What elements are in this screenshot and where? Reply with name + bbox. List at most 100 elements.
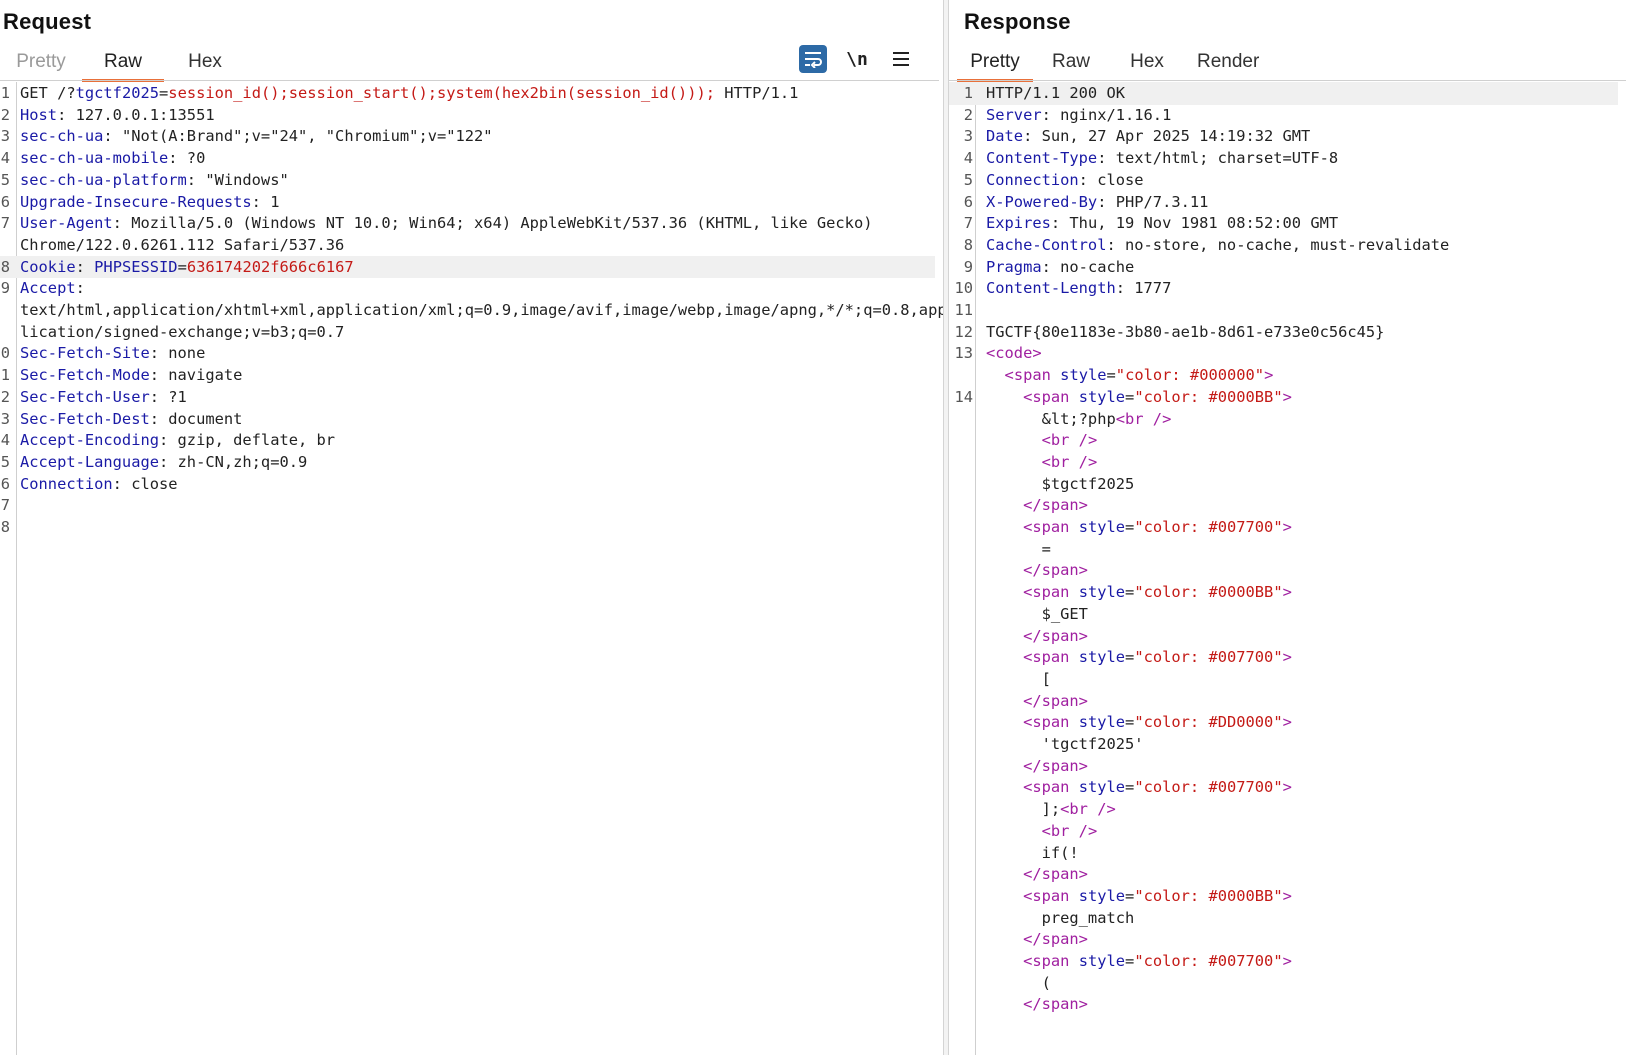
newline-toggle-icon[interactable]: \n	[843, 45, 871, 73]
code-line[interactable]: if(!	[949, 842, 1618, 865]
code-line[interactable]: [	[949, 668, 1618, 691]
code-line[interactable]: 13 <code>	[949, 342, 1618, 365]
line-text: if(!	[986, 842, 1079, 865]
code-line[interactable]: (	[949, 972, 1618, 995]
tab-hex[interactable]: Hex	[164, 46, 246, 82]
code-line[interactable]: <br />	[949, 429, 1618, 452]
code-line[interactable]: 5 Accept-Language: zh-CN,zh;q=0.9	[0, 451, 935, 474]
code-token: : PHP/7.3.11	[1097, 192, 1209, 211]
code-token: : nginx/1.16.1	[1041, 105, 1172, 124]
line-number: 3	[963, 127, 973, 146]
code-token: =	[1125, 952, 1135, 970]
code-token: "color: #0000BB"	[1134, 583, 1283, 602]
code-line[interactable]: 2 Host: 127.0.0.1:13551	[0, 104, 935, 127]
code-line[interactable]: 10 Content-Length: 1777	[949, 277, 1618, 300]
code-token: <code>	[986, 344, 1042, 363]
code-line[interactable]: <span style="color: #007700">	[949, 646, 1618, 669]
code-line[interactable]: 7 User-Agent: Mozilla/5.0 (Windows NT 10.…	[0, 212, 935, 235]
code-line[interactable]: 4 Content-Type: text/html; charset=UTF-8	[949, 147, 1618, 170]
tab-hex[interactable]: Hex	[1109, 46, 1185, 82]
code-line[interactable]: 14 <span style="color: #0000BB">	[949, 386, 1618, 409]
code-line[interactable]: 5 Connection: close	[949, 169, 1618, 192]
code-line[interactable]: =	[949, 538, 1618, 561]
code-line[interactable]: </span>	[949, 993, 1618, 1016]
tab-pretty[interactable]: Pretty	[957, 46, 1033, 82]
code-line[interactable]: </span>	[949, 863, 1618, 886]
code-line[interactable]: 5 sec-ch-ua-platform: "Windows"	[0, 169, 935, 192]
code-line[interactable]: 9 Pragma: no-cache	[949, 256, 1618, 279]
code-line[interactable]: </span>	[949, 928, 1618, 951]
code-token: Sec-Fetch-Dest	[20, 409, 150, 428]
tab-pretty[interactable]: Pretty	[0, 46, 82, 82]
code-line[interactable]: 'tgctf2025'	[949, 733, 1618, 756]
code-line[interactable]: Chrome/122.0.6261.112 Safari/537.36	[0, 234, 935, 257]
code-line[interactable]: 2 Server: nginx/1.16.1	[949, 104, 1618, 127]
line-number: 1	[0, 366, 10, 385]
code-line[interactable]: <br />	[949, 451, 1618, 474]
code-line[interactable]: 6 Connection: close	[0, 473, 935, 496]
code-line[interactable]: 4 Accept-Encoding: gzip, deflate, br	[0, 429, 935, 452]
code-line[interactable]: text/html,application/xhtml+xml,applicat…	[0, 299, 943, 322]
code-line[interactable]: <span style="color: #0000BB">	[949, 885, 1618, 908]
code-line[interactable]: 3 Date: Sun, 27 Apr 2025 14:19:32 GMT	[949, 125, 1618, 148]
request-code[interactable]: 1 GET /?tgctf2025=session_id();session_st…	[0, 82, 943, 1055]
code-line[interactable]: </span>	[949, 559, 1618, 582]
code-line[interactable]: </span>	[949, 690, 1618, 713]
line-text: sec-ch-ua: "Not(A:Brand";v="24", "Chromi…	[20, 125, 493, 148]
code-line[interactable]: 4 sec-ch-ua-mobile: ?0	[0, 147, 935, 170]
tab-raw[interactable]: Raw	[82, 46, 164, 82]
line-text: <span style="color: #007700">	[986, 950, 1292, 973]
code-line[interactable]: $_GET	[949, 603, 1618, 626]
code-line[interactable]: $tgctf2025	[949, 473, 1618, 496]
code-line[interactable]: 3 Sec-Fetch-Dest: document	[0, 408, 935, 431]
code-line[interactable]: <span style="color: #0000BB">	[949, 581, 1618, 604]
code-line[interactable]: 12 TGCTF{80e1183e-3b80-ae1b-8d61-e733e0c5…	[949, 321, 1618, 344]
request-editor[interactable]: 1 GET /?tgctf2025=session_id();session_st…	[0, 82, 943, 1055]
hamburger-menu-icon[interactable]	[887, 45, 915, 73]
code-line[interactable]: 6 Upgrade-Insecure-Requests: 1	[0, 191, 935, 214]
code-line[interactable]: 1 HTTP/1.1 200 OK	[949, 82, 1618, 105]
code-line[interactable]: preg_match	[949, 907, 1618, 930]
code-line[interactable]: 7 Expires: Thu, 19 Nov 1981 08:52:00 GMT	[949, 212, 1618, 235]
code-line[interactable]: lication/signed-exchange;v=b3;q=0.7	[0, 321, 935, 344]
tab-raw[interactable]: Raw	[1033, 46, 1109, 82]
code-line[interactable]: <span style="color: #DD0000">	[949, 711, 1618, 734]
code-line[interactable]: </span>	[949, 755, 1618, 778]
code-line[interactable]: 8 Cache-Control: no-store, no-cache, must…	[949, 234, 1618, 257]
code-line[interactable]: &lt;?php<br />	[949, 408, 1618, 431]
code-token: =	[1106, 366, 1116, 385]
code-line[interactable]: 1 GET /?tgctf2025=session_id();session_st…	[0, 82, 935, 105]
code-line[interactable]: 11	[949, 299, 1618, 322]
code-line[interactable]: 1 Sec-Fetch-Mode: navigate	[0, 364, 935, 387]
code-line[interactable]: 9 Accept:	[0, 277, 935, 300]
code-line[interactable]: <br />	[949, 820, 1618, 843]
code-line[interactable]: <span style="color: #000000">	[949, 364, 1618, 387]
code-line[interactable]: 8 Cookie: PHPSESSID=636174202f666c6167	[0, 255, 935, 279]
line-number: 6	[0, 474, 10, 493]
code-line[interactable]: </span>	[949, 625, 1618, 648]
code-line[interactable]: <span style="color: #007700">	[949, 776, 1618, 799]
code-token: : close	[1078, 170, 1144, 189]
code-token: =	[1125, 886, 1135, 905]
code-token: style	[1078, 952, 1126, 970]
code-line[interactable]: 6 X-Powered-By: PHP/7.3.11	[949, 191, 1618, 214]
code-line[interactable]: 3 sec-ch-ua: "Not(A:Brand";v="24", "Chrom…	[0, 125, 935, 148]
code-line[interactable]: <span style="color: #007700">	[949, 516, 1618, 539]
code-line[interactable]: ];<br />	[949, 798, 1618, 821]
tab-render[interactable]: Render	[1185, 46, 1271, 82]
code-line[interactable]: <span style="color: #007700">	[949, 950, 1618, 973]
code-line[interactable]: 8	[0, 516, 935, 539]
code-line[interactable]: 0 Sec-Fetch-Site: none	[0, 342, 935, 365]
code-line[interactable]: </span>	[949, 494, 1618, 517]
code-token: : 1777	[1115, 279, 1172, 298]
response-editor[interactable]: 1 HTTP/1.1 200 OK 2 Server: nginx/1.16.1 3 Da…	[949, 82, 1626, 1055]
response-code[interactable]: 1 HTTP/1.1 200 OK 2 Server: nginx/1.16.1 3 Da…	[949, 82, 1626, 1055]
code-line[interactable]: 7	[0, 494, 935, 517]
code-line[interactable]: 2 Sec-Fetch-User: ?1	[0, 386, 935, 409]
wrap-lines-icon[interactable]	[799, 45, 827, 73]
line-text: ];<br />	[986, 798, 1116, 821]
